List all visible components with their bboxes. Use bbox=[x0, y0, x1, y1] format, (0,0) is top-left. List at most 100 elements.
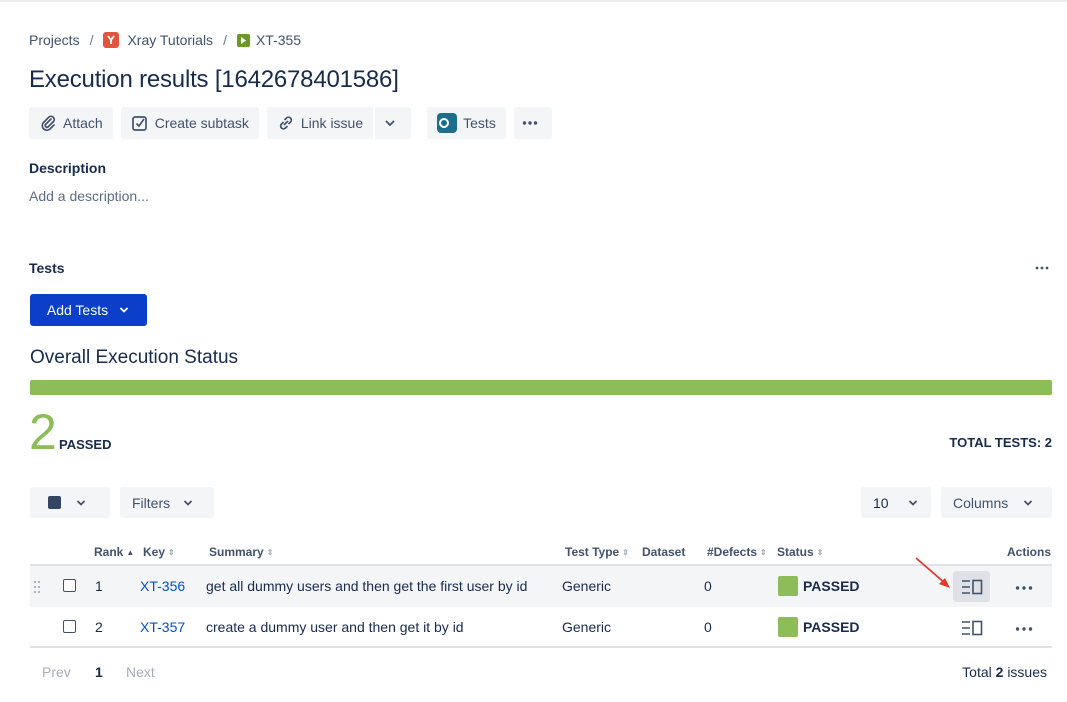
passed-label: PASSED bbox=[59, 437, 112, 452]
breadcrumb-issue[interactable]: XT-355 bbox=[236, 32, 302, 48]
header-test-type-label: Test Type bbox=[565, 545, 620, 559]
execution-details-button[interactable] bbox=[953, 571, 990, 602]
create-subtask-button[interactable]: Create subtask bbox=[120, 107, 259, 139]
row-key-link[interactable]: XT-357 bbox=[140, 619, 185, 635]
chevron-down-icon bbox=[184, 500, 193, 506]
more-horizontal-icon bbox=[1015, 586, 1033, 590]
page-size-select[interactable]: 10 bbox=[861, 487, 931, 518]
create-subtask-label: Create subtask bbox=[154, 115, 249, 131]
row-rank: 2 bbox=[95, 619, 103, 635]
execution-progress-bar bbox=[30, 380, 1052, 395]
filters-dropdown[interactable]: Filters bbox=[120, 487, 214, 518]
status-color-swatch bbox=[778, 617, 798, 637]
header-defects[interactable]: #Defects ⇕ bbox=[707, 545, 767, 559]
page-title: Execution results [1642678401586] bbox=[29, 66, 399, 93]
filters-label: Filters bbox=[132, 494, 171, 511]
breadcrumb-separator: / bbox=[223, 32, 227, 48]
total-suffix: issues bbox=[1007, 664, 1047, 680]
description-input[interactable]: Add a description... bbox=[29, 188, 149, 204]
execution-details-button[interactable] bbox=[953, 612, 990, 643]
top-divider bbox=[0, 0, 1067, 2]
columns-dropdown[interactable]: Columns bbox=[941, 487, 1052, 518]
row-checkbox[interactable] bbox=[63, 620, 76, 633]
tests-button[interactable]: Tests bbox=[427, 107, 506, 139]
breadcrumb-issue-label: XT-355 bbox=[255, 32, 302, 48]
row-summary: create a dummy user and then get it by i… bbox=[206, 619, 464, 635]
chevron-down-icon bbox=[1024, 500, 1033, 506]
annotation-arrow-icon bbox=[915, 557, 950, 588]
page-size-value: 10 bbox=[873, 494, 889, 511]
header-status[interactable]: Status ⇕ bbox=[777, 545, 823, 559]
more-horizontal-icon bbox=[1015, 627, 1033, 631]
sort-icon: ⇕ bbox=[266, 547, 274, 557]
tests-label: Tests bbox=[463, 115, 496, 131]
row-key-link[interactable]: XT-356 bbox=[140, 578, 185, 594]
header-rank[interactable]: Rank ▲ bbox=[94, 545, 134, 559]
more-actions-button[interactable] bbox=[513, 107, 552, 139]
row-status-label: PASSED bbox=[803, 578, 860, 594]
table-row[interactable]: 1 XT-356 get all dummy users and then ge… bbox=[30, 566, 1052, 607]
attach-label: Attach bbox=[63, 115, 103, 131]
chevron-down-icon bbox=[385, 120, 395, 127]
header-key[interactable]: Key ⇕ bbox=[143, 545, 175, 559]
status-square-icon bbox=[48, 496, 61, 509]
total-prefix: Total bbox=[962, 664, 992, 680]
table-row[interactable]: 2 XT-357 create a dummy user and then ge… bbox=[30, 607, 1052, 648]
passed-count: 2 bbox=[29, 404, 57, 460]
header-actions-label: Actions bbox=[1007, 545, 1052, 559]
header-status-label: Status bbox=[777, 545, 814, 559]
header-summary[interactable]: Summary ⇕ bbox=[209, 545, 273, 559]
row-summary: get all dummy users and then get the fir… bbox=[206, 578, 528, 594]
sort-icon: ⇕ bbox=[760, 547, 767, 557]
row-checkbox[interactable] bbox=[63, 579, 76, 592]
execution-details-icon bbox=[961, 620, 982, 635]
link-icon bbox=[279, 116, 293, 130]
project-icon bbox=[103, 32, 120, 48]
pagination: Prev 1 Next Total 2 issues bbox=[30, 660, 1052, 684]
execution-details-icon bbox=[961, 579, 982, 594]
row-test-type: Generic bbox=[562, 578, 612, 594]
header-summary-label: Summary bbox=[209, 545, 264, 559]
drag-handle-icon[interactable] bbox=[33, 580, 41, 594]
breadcrumb: Projects / Xray Tutorials / XT-355 bbox=[29, 32, 301, 48]
chevron-down-icon bbox=[77, 500, 85, 506]
current-page[interactable]: 1 bbox=[95, 664, 103, 680]
sort-icon: ⇕ bbox=[816, 547, 824, 557]
prev-page-button[interactable]: Prev bbox=[42, 664, 71, 680]
total-count: 2 bbox=[995, 664, 1004, 680]
sort-icon: ⇕ bbox=[168, 547, 175, 557]
sort-icon: ⇕ bbox=[622, 547, 629, 557]
row-defects: 0 bbox=[704, 619, 712, 635]
xray-tests-icon bbox=[437, 113, 458, 133]
overall-status-title: Overall Execution Status bbox=[30, 347, 239, 368]
row-status-label: PASSED bbox=[803, 619, 860, 635]
header-dataset: Dataset bbox=[642, 545, 685, 559]
more-horizontal-icon bbox=[522, 121, 538, 125]
row-more-button[interactable] bbox=[1015, 578, 1033, 596]
breadcrumb-projects[interactable]: Projects bbox=[29, 32, 80, 48]
issue-toolbar: Attach Create subtask Link issue Tests bbox=[29, 107, 560, 139]
link-issue-button[interactable]: Link issue bbox=[266, 107, 374, 139]
table-filters-bar: Filters 10 Columns bbox=[30, 487, 1052, 519]
header-key-label: Key bbox=[143, 545, 166, 559]
row-rank: 1 bbox=[95, 578, 103, 594]
link-issue-dropdown-button[interactable] bbox=[375, 107, 412, 139]
header-actions: Actions bbox=[1007, 545, 1051, 559]
tests-table: Rank ▲ Key ⇕ Summary ⇕ Test Type ⇕ Dataset #… bbox=[30, 540, 1052, 648]
status-color-swatch bbox=[778, 576, 798, 596]
test-execution-icon bbox=[236, 33, 250, 47]
next-page-button[interactable]: Next bbox=[126, 664, 155, 680]
add-tests-button[interactable]: Add Tests bbox=[30, 294, 147, 326]
row-more-button[interactable] bbox=[1015, 619, 1033, 637]
breadcrumb-separator: / bbox=[89, 32, 94, 48]
tests-section-more-button[interactable] bbox=[1035, 258, 1049, 276]
table-header: Rank ▲ Key ⇕ Summary ⇕ Test Type ⇕ Dataset #… bbox=[30, 540, 1052, 566]
breadcrumb-project[interactable]: Xray Tutorials bbox=[103, 32, 213, 48]
columns-label: Columns bbox=[953, 494, 1009, 511]
row-status: PASSED bbox=[778, 617, 860, 637]
header-test-type[interactable]: Test Type ⇕ bbox=[565, 545, 629, 559]
header-rank-label: Rank bbox=[94, 545, 124, 559]
status-filter-dropdown[interactable] bbox=[30, 487, 110, 518]
tests-section-label: Tests bbox=[29, 260, 65, 276]
attach-button[interactable]: Attach bbox=[29, 107, 113, 139]
